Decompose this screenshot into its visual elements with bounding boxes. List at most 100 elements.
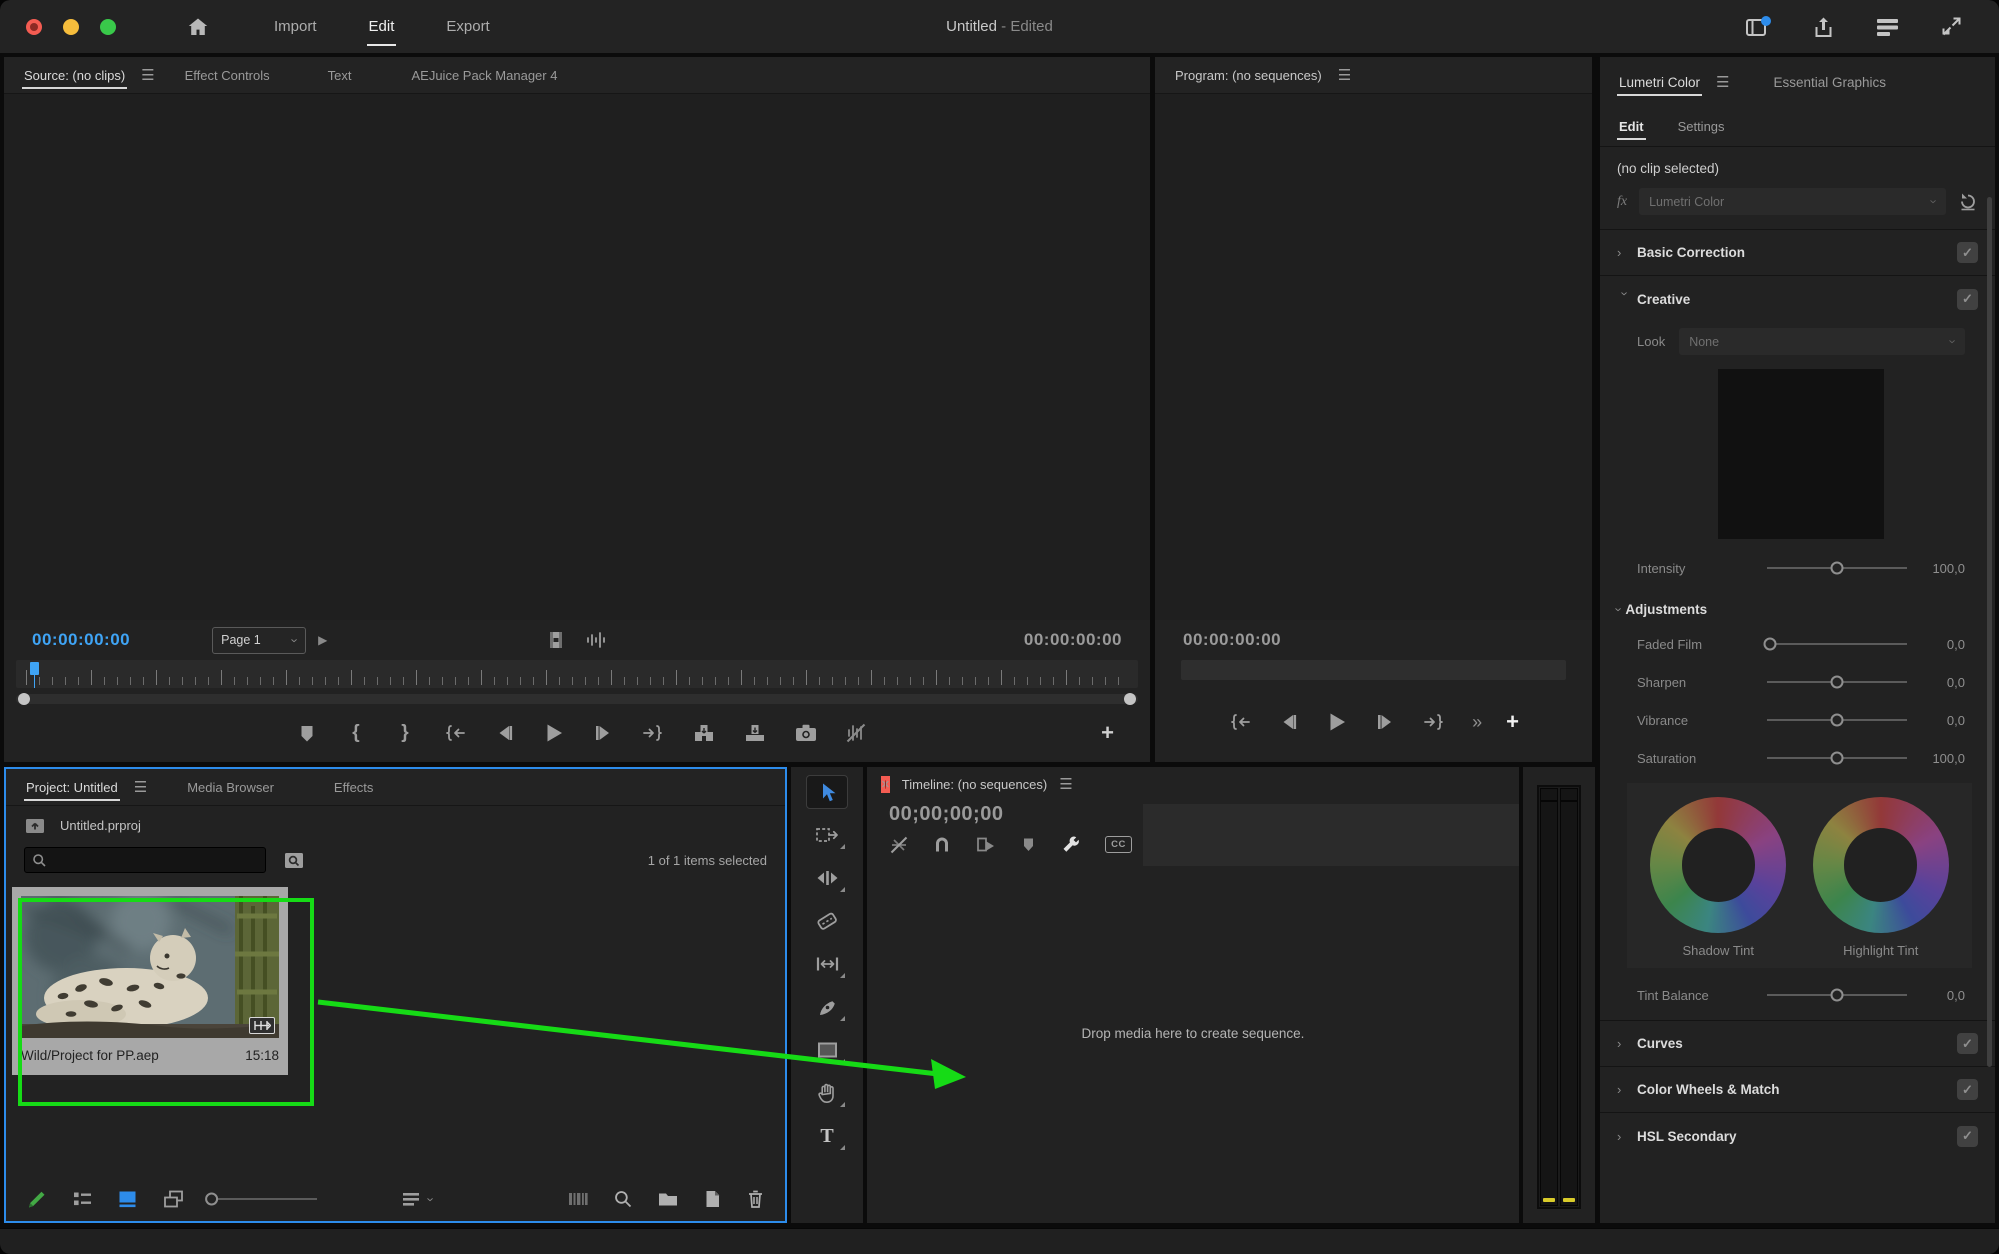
panel-menu-icon[interactable]: ☰ <box>141 68 154 83</box>
tab-media-browser[interactable]: Media Browser <box>185 771 276 804</box>
section-curves[interactable]: › Curves ✓ <box>1600 1021 1995 1067</box>
tab-lumetri-color[interactable]: Lumetri Color <box>1617 66 1702 99</box>
timeline-ruler-area[interactable] <box>1143 804 1519 866</box>
scrollbar-right-handle[interactable] <box>1124 693 1136 705</box>
project-writable-icon[interactable] <box>26 1188 48 1210</box>
audio-meter[interactable] <box>1537 785 1581 1209</box>
tab-effects[interactable]: Effects <box>332 771 376 804</box>
tab-text[interactable]: Text <box>326 59 354 92</box>
automate-to-sequence-icon[interactable] <box>567 1190 589 1208</box>
reset-effect-icon[interactable] <box>1958 192 1978 212</box>
new-bin-icon[interactable] <box>657 1190 679 1208</box>
step-back-icon[interactable] <box>494 723 516 743</box>
tab-lumetri-edit[interactable]: Edit <box>1617 110 1646 143</box>
section-adjustments[interactable]: › Adjustments <box>1600 589 1995 629</box>
saturation-value[interactable]: 100,0 <box>1919 751 1965 766</box>
button-editor-icon[interactable]: + <box>1506 709 1519 735</box>
section-hsl-secondary[interactable]: › HSL Secondary ✓ <box>1600 1113 1995 1159</box>
timeline-track-area[interactable]: Drop media here to create sequence. <box>867 871 1519 1223</box>
tint-balance-value[interactable]: 0,0 <box>1919 988 1965 1003</box>
export-frame-icon[interactable] <box>794 723 818 743</box>
muted-waveform-icon[interactable] <box>845 722 867 744</box>
slip-tool[interactable] <box>806 947 848 981</box>
icon-view-icon[interactable] <box>117 1189 138 1209</box>
freeform-view-icon[interactable] <box>162 1189 185 1210</box>
rectangle-tool[interactable] <box>806 1033 848 1067</box>
panel-menu-icon[interactable]: ☰ <box>1059 777 1072 792</box>
more-buttons-icon[interactable]: » <box>1472 712 1480 733</box>
faded-film-slider[interactable] <box>1767 643 1907 645</box>
tab-timeline[interactable]: Timeline: (no sequences) <box>902 777 1047 792</box>
sharpen-slider[interactable] <box>1767 681 1907 683</box>
saturation-slider[interactable] <box>1767 757 1907 759</box>
faded-film-value[interactable]: 0,0 <box>1919 637 1965 652</box>
snap-icon[interactable] <box>933 835 951 854</box>
go-to-out-icon[interactable] <box>641 723 665 743</box>
workspaces-icon[interactable] <box>1875 16 1900 38</box>
hand-tool[interactable] <box>806 1076 848 1110</box>
drag-video-only-icon[interactable] <box>547 630 565 650</box>
find-icon[interactable] <box>613 1189 633 1209</box>
look-select[interactable]: None› <box>1679 328 1965 355</box>
sort-icons-group[interactable]: › <box>401 1191 433 1207</box>
go-to-out-icon[interactable] <box>1422 712 1446 732</box>
thumbnail-zoom-slider[interactable] <box>209 1198 317 1200</box>
step-forward-icon[interactable] <box>592 723 614 743</box>
tab-source[interactable]: Source: (no clips) <box>22 59 127 92</box>
tab-lumetri-settings[interactable]: Settings <box>1676 110 1727 143</box>
tab-edit[interactable]: Edit <box>367 14 397 39</box>
source-timecode[interactable]: 00:00:00:00 <box>32 630 130 650</box>
program-timecode[interactable]: 00:00:00:00 <box>1183 630 1281 650</box>
insert-icon[interactable] <box>692 723 716 744</box>
workspace-notification-icon[interactable] <box>1745 15 1772 38</box>
curves-checkbox[interactable]: ✓ <box>1957 1033 1978 1054</box>
intensity-value[interactable]: 100,0 <box>1919 561 1965 576</box>
go-to-in-icon[interactable] <box>1228 712 1252 732</box>
nest-toggle-icon[interactable] <box>889 835 909 855</box>
play-icon[interactable] <box>1326 711 1348 733</box>
sharpen-value[interactable]: 0,0 <box>1919 675 1965 690</box>
drag-audio-only-icon[interactable] <box>585 630 607 650</box>
go-to-in-icon[interactable] <box>443 723 467 743</box>
intensity-slider[interactable] <box>1767 567 1907 569</box>
selection-tool[interactable] <box>806 775 848 809</box>
source-playhead[interactable] <box>30 662 39 675</box>
effect-select[interactable]: Lumetri Color› <box>1639 188 1946 215</box>
program-zoom-scrollbar[interactable] <box>1181 660 1566 680</box>
quick-export-icon[interactable] <box>1812 15 1835 39</box>
search-bin-icon[interactable] <box>282 850 306 871</box>
fullscreen-icon[interactable] <box>1940 15 1963 38</box>
mark-in-icon[interactable]: { <box>345 722 367 744</box>
panel-menu-icon[interactable]: ☰ <box>1716 75 1729 90</box>
track-select-forward-tool[interactable] <box>806 818 848 852</box>
tab-export[interactable]: Export <box>444 14 491 39</box>
panel-menu-icon[interactable]: ☰ <box>1338 68 1351 83</box>
page-flyout-icon[interactable]: ▶ <box>318 633 327 647</box>
vibrance-slider[interactable] <box>1767 719 1907 721</box>
tint-balance-slider[interactable] <box>1767 994 1907 996</box>
overwrite-icon[interactable] <box>743 723 767 744</box>
button-editor-icon[interactable]: + <box>1101 720 1114 746</box>
tab-aejuice[interactable]: AEJuice Pack Manager 4 <box>409 59 559 92</box>
tab-program[interactable]: Program: (no sequences) <box>1173 59 1324 92</box>
tab-essential-graphics[interactable]: Essential Graphics <box>1771 66 1888 99</box>
delete-icon[interactable] <box>746 1189 765 1209</box>
color-wheels-match-checkbox[interactable]: ✓ <box>1957 1079 1978 1100</box>
vibrance-value[interactable]: 0,0 <box>1919 713 1965 728</box>
ripple-edit-tool[interactable] <box>806 861 848 895</box>
zoom-window-button[interactable] <box>100 19 116 35</box>
project-file-name[interactable]: Untitled.prproj <box>60 818 141 833</box>
close-window-button[interactable] <box>26 19 42 35</box>
section-creative[interactable]: › Creative ✓ <box>1600 276 1995 322</box>
source-zoom-scrollbar[interactable] <box>16 690 1138 708</box>
play-icon[interactable] <box>543 722 565 744</box>
panel-menu-icon[interactable]: ☰ <box>134 780 147 795</box>
home-icon[interactable] <box>186 15 210 39</box>
step-forward-icon[interactable] <box>1374 712 1396 732</box>
project-root-icon[interactable] <box>24 816 46 835</box>
scrollbar-left-handle[interactable] <box>18 693 30 705</box>
creative-checkbox[interactable]: ✓ <box>1957 289 1978 310</box>
minimize-window-button[interactable] <box>63 19 79 35</box>
section-basic-correction[interactable]: › Basic Correction ✓ <box>1600 230 1995 276</box>
shadow-tint-wheel[interactable] <box>1650 797 1786 933</box>
